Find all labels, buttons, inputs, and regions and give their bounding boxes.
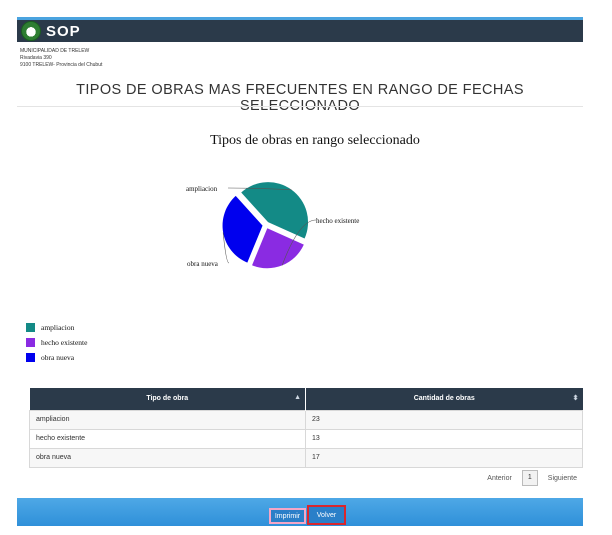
pie-label: obra nueva (187, 260, 219, 268)
legend-label: obra nueva (41, 353, 75, 362)
pie-label: hecho existente (316, 217, 359, 225)
table-cell: 17 (305, 447, 583, 468)
column-header-label: Cantidad de obras (413, 395, 475, 403)
column-header-cantidad[interactable]: Cantidad de obras ⬍ (305, 388, 583, 410)
legend-item: ampliacion (26, 320, 87, 335)
table-cell: ampliacion (29, 409, 306, 430)
pagination: Anterior 1 Siguiente (487, 470, 577, 486)
pager-page-1[interactable]: 1 (521, 470, 538, 486)
table-cell: obra nueva (29, 447, 306, 468)
pie-label: ampliacion (186, 185, 218, 193)
table-cell: 13 (305, 428, 583, 449)
legend-label: ampliacion (41, 323, 75, 332)
legend-item: obra nueva (26, 350, 87, 365)
print-button[interactable]: Imprimir (269, 508, 306, 524)
pager-next-link[interactable]: Siguiente (548, 475, 577, 482)
table-cell: 23 (305, 409, 583, 430)
legend-swatch (26, 323, 35, 332)
legend-swatch (26, 353, 35, 362)
column-header-tipo[interactable]: Tipo de obra ▲ (29, 388, 306, 410)
table-row: hecho existente 13 (29, 428, 583, 449)
legend-swatch (26, 338, 35, 347)
pie-chart: ampliacion hecho existente obra nueva (186, 182, 359, 269)
table-cell: hecho existente (29, 428, 306, 449)
legend-label: hecho existente (41, 338, 88, 347)
legend-item: hecho existente (26, 335, 87, 350)
sort-asc-icon: ▲ (294, 394, 301, 401)
chart-legend: ampliacion hecho existente obra nueva (26, 320, 87, 365)
table-row: obra nueva 17 (29, 447, 583, 468)
pager-prev-link[interactable]: Anterior (487, 475, 512, 482)
sort-both-icon: ⬍ (572, 395, 579, 402)
column-header-label: Tipo de obra (146, 395, 189, 403)
back-button[interactable]: Volver (307, 505, 346, 525)
results-table: Tipo de obra ▲ Cantidad de obras ⬍ ampli… (29, 388, 583, 468)
table-row: ampliacion 23 (29, 409, 583, 430)
